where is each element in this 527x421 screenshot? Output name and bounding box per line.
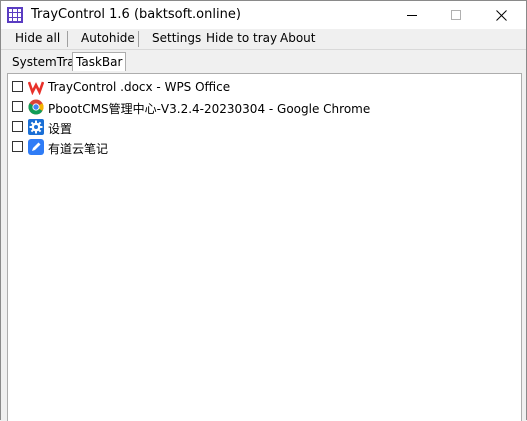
item-label: 设置 (48, 122, 73, 136)
window-title: TrayControl 1.6 (baktsoft.online) (31, 7, 241, 22)
menu-autohide[interactable]: Autohide (81, 31, 135, 45)
item-label: 有道云笔记 (48, 142, 109, 156)
app-grid-icon (7, 7, 23, 23)
menu-about[interactable]: About (280, 31, 315, 45)
menu-hide-all[interactable]: Hide all (15, 31, 60, 45)
youdao-note-icon (28, 139, 44, 155)
close-icon (495, 9, 507, 21)
list-item[interactable]: 有道云笔记 (8, 137, 521, 157)
window-list: TrayControl .docx - WPS Office PbootCMS管… (7, 73, 522, 421)
item-checkbox[interactable] (12, 141, 23, 152)
item-checkbox[interactable] (12, 81, 23, 92)
settings-gear-icon (28, 119, 44, 135)
item-checkbox[interactable] (12, 101, 23, 112)
chrome-icon (28, 99, 44, 115)
wps-office-icon (28, 80, 44, 95)
item-label: PbootCMS管理中心-V3.2.4-20230304 - Google Ch… (48, 102, 371, 116)
app-window: TrayControl 1.6 (baktsoft.online) Hide a… (0, 0, 527, 421)
close-button[interactable] (478, 1, 524, 29)
maximize-button[interactable] (433, 1, 479, 29)
list-item[interactable]: 设置 (8, 117, 521, 137)
list-item[interactable]: TrayControl .docx - WPS Office (8, 77, 521, 97)
menu-separator (138, 31, 139, 47)
menu-bar: Hide all Autohide Settings Hide to tray … (1, 29, 526, 50)
menu-hide-to-tray[interactable]: Hide to tray (206, 31, 277, 45)
list-item[interactable]: PbootCMS管理中心-V3.2.4-20230304 - Google Ch… (8, 97, 521, 117)
minimize-icon (407, 15, 417, 16)
tab-strip: SystemTray TaskBar (1, 52, 526, 72)
minimize-button[interactable] (389, 1, 435, 29)
menu-separator (67, 31, 68, 47)
tab-taskbar[interactable]: TaskBar (72, 52, 127, 71)
item-label: TrayControl .docx - WPS Office (48, 80, 231, 94)
item-checkbox[interactable] (12, 121, 23, 132)
maximize-icon (451, 10, 461, 20)
menu-settings[interactable]: Settings (152, 31, 201, 45)
title-bar[interactable]: TrayControl 1.6 (baktsoft.online) (1, 1, 526, 29)
